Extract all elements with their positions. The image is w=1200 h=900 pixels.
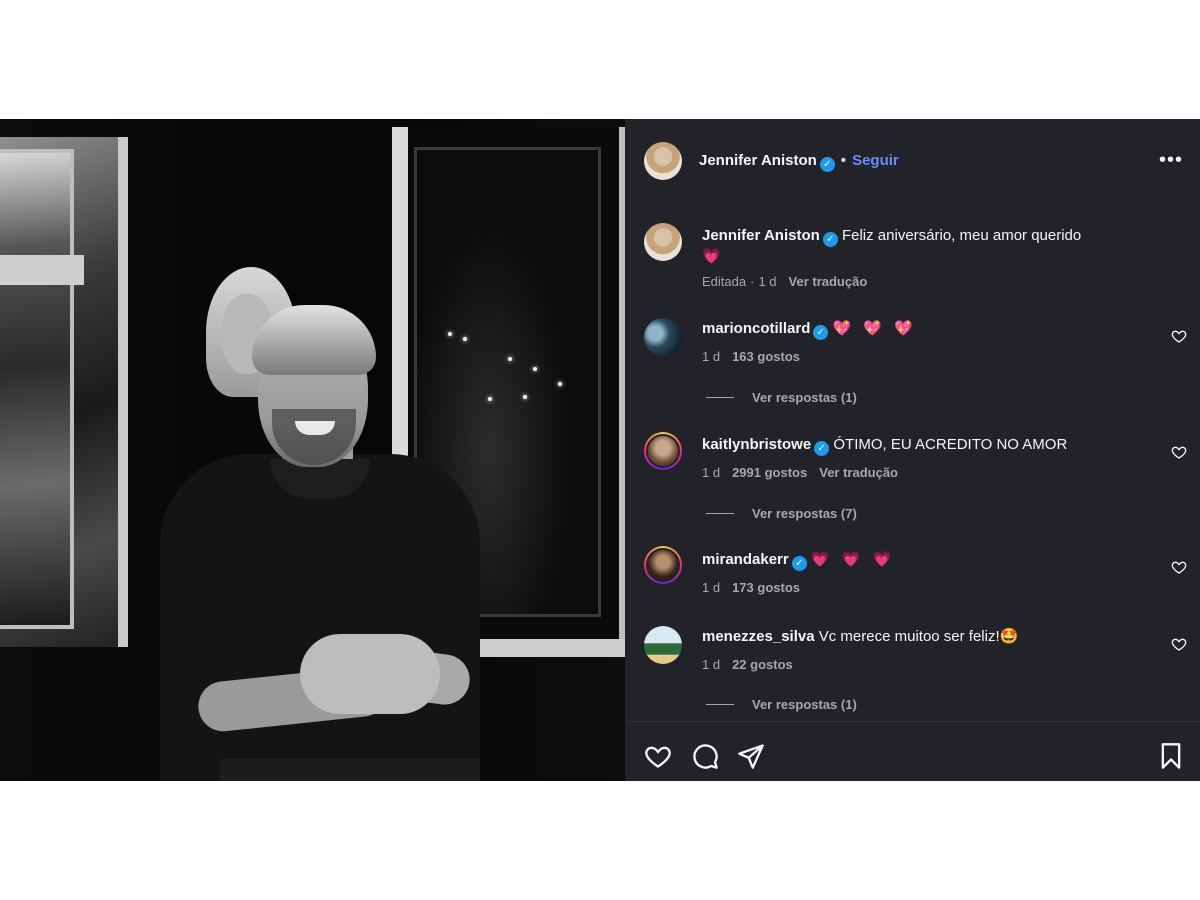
comment-text-block: kaitlynbristowe ✓ ÓTIMO, EU ACREDITO NO A… xyxy=(702,435,1082,456)
verified-icon: ✓ xyxy=(814,441,830,456)
author-name[interactable]: Jennifer Aniston xyxy=(699,152,817,169)
header-author-line: Jennifer Aniston ✓ • Seguir xyxy=(699,152,899,172)
comment-username[interactable]: kaitlynbristowe xyxy=(702,436,811,453)
comment-icon[interactable] xyxy=(691,742,719,770)
comment-username[interactable]: marioncotillard xyxy=(702,320,810,337)
view-replies-label: Ver respostas (1) xyxy=(752,390,857,405)
follow-button[interactable]: Seguir xyxy=(852,152,899,169)
heart-icon[interactable] xyxy=(644,742,672,770)
view-replies-button[interactable]: Ver respostas (7) xyxy=(706,506,857,521)
comment-likes[interactable]: 163 gostos xyxy=(732,349,800,364)
avatar-image xyxy=(646,548,680,582)
replies-line xyxy=(706,513,734,514)
verified-icon: ✓ xyxy=(813,325,829,340)
photo-hands xyxy=(300,634,440,714)
post-photo[interactable] xyxy=(0,119,625,781)
instagram-post: Jennifer Aniston ✓ • Seguir ••• Jennifer An… xyxy=(0,119,1200,781)
city-light xyxy=(533,367,537,371)
share-icon[interactable] xyxy=(737,742,765,770)
verified-icon: ✓ xyxy=(819,157,835,172)
meta-dot: · xyxy=(750,274,755,289)
comment-avatar[interactable] xyxy=(644,546,682,584)
comment-translate-link[interactable]: Ver tradução xyxy=(819,465,898,480)
comment-text-block: marioncotillard ✓ 💖 💖 💖 xyxy=(702,319,1082,340)
comment-meta: 1 d 22 gostos xyxy=(702,657,805,672)
separator-dot: • xyxy=(840,152,847,169)
heart-icon[interactable] xyxy=(1171,636,1187,652)
caption-text: Feliz aniversário, meu amor querido xyxy=(841,227,1082,244)
city-light xyxy=(523,395,527,399)
comment-avatar[interactable] xyxy=(644,318,682,356)
avatar-image xyxy=(646,434,680,468)
caption-meta: Editada · 1 d Ver tradução xyxy=(702,274,879,289)
comment-likes[interactable]: 173 gostos xyxy=(732,580,800,595)
comment-username[interactable]: mirandakerr xyxy=(702,551,789,568)
view-replies-button[interactable]: Ver respostas (1) xyxy=(706,390,857,405)
comment-text: 💖 💖 💖 xyxy=(832,320,917,337)
comment-text: Vc merece muitoo ser feliz! xyxy=(818,628,1000,645)
comment-likes[interactable]: 2991 gostos xyxy=(732,465,807,480)
city-light xyxy=(488,397,492,401)
comment-username[interactable]: menezzes_silva xyxy=(702,628,815,645)
photo-window-left xyxy=(0,137,128,647)
comment-meta: 1 d 2991 gostos Ver tradução xyxy=(702,465,910,480)
city-light xyxy=(463,337,467,341)
author-avatar[interactable] xyxy=(644,142,682,180)
view-replies-label: Ver respostas (7) xyxy=(752,506,857,521)
post-actions-bar xyxy=(625,721,1200,781)
window-bar xyxy=(0,255,84,285)
verified-icon: ✓ xyxy=(822,232,838,247)
caption-time[interactable]: 1 d xyxy=(758,274,776,289)
comment-likes[interactable]: 22 gostos xyxy=(732,657,793,672)
city-light xyxy=(558,382,562,386)
comment-avatar[interactable] xyxy=(644,432,682,470)
caption-text-block: Jennifer Aniston ✓ Feliz aniversário, meu… xyxy=(702,226,1082,267)
comment-meta: 1 d 163 gostos xyxy=(702,349,812,364)
city-light xyxy=(448,332,452,336)
caption-translate-link[interactable]: Ver tradução xyxy=(789,274,868,289)
photo-man-body xyxy=(160,454,480,781)
comment-time[interactable]: 1 d xyxy=(702,349,720,364)
comment-time[interactable]: 1 d xyxy=(702,580,720,595)
view-replies-button[interactable]: Ver respostas (1) xyxy=(706,697,857,712)
more-options-icon[interactable]: ••• xyxy=(1159,148,1182,172)
comment-text: ÓTIMO, EU ACREDITO NO AMOR xyxy=(833,436,1068,453)
heart-icon[interactable] xyxy=(1171,444,1187,460)
comment-text-block: menezzes_silva Vc merece muitoo ser feli… xyxy=(702,627,1082,647)
comment-meta: 1 d 173 gostos xyxy=(702,580,812,595)
heart-icon[interactable] xyxy=(1171,328,1187,344)
photo-legs xyxy=(220,759,480,781)
heart-icon[interactable] xyxy=(1171,559,1187,575)
caption-author-avatar[interactable] xyxy=(644,223,682,261)
comment-text-block: mirandakerr ✓ 💗 💗 💗 xyxy=(702,550,1082,571)
window-pane xyxy=(0,149,74,629)
comment-avatar[interactable] xyxy=(644,626,682,664)
comment-time[interactable]: 1 d xyxy=(702,465,720,480)
view-replies-label: Ver respostas (1) xyxy=(752,697,857,712)
caption-edited: Editada xyxy=(702,274,747,289)
comment-time[interactable]: 1 d xyxy=(702,657,720,672)
comment-text: 💗 💗 💗 xyxy=(810,551,896,568)
post-side-panel: Jennifer Aniston ✓ • Seguir ••• Jennifer An… xyxy=(625,119,1200,781)
replies-line xyxy=(706,397,734,398)
caption-author-name[interactable]: Jennifer Aniston xyxy=(702,227,820,244)
comment-emoji: 🤩 xyxy=(999,628,1019,645)
replies-line xyxy=(706,704,734,705)
city-light xyxy=(508,357,512,361)
verified-icon: ✓ xyxy=(791,556,807,571)
bookmark-icon[interactable] xyxy=(1157,742,1185,770)
caption-emoji: 💗 xyxy=(702,248,721,265)
post-header: Jennifer Aniston ✓ • Seguir ••• xyxy=(625,119,1200,203)
